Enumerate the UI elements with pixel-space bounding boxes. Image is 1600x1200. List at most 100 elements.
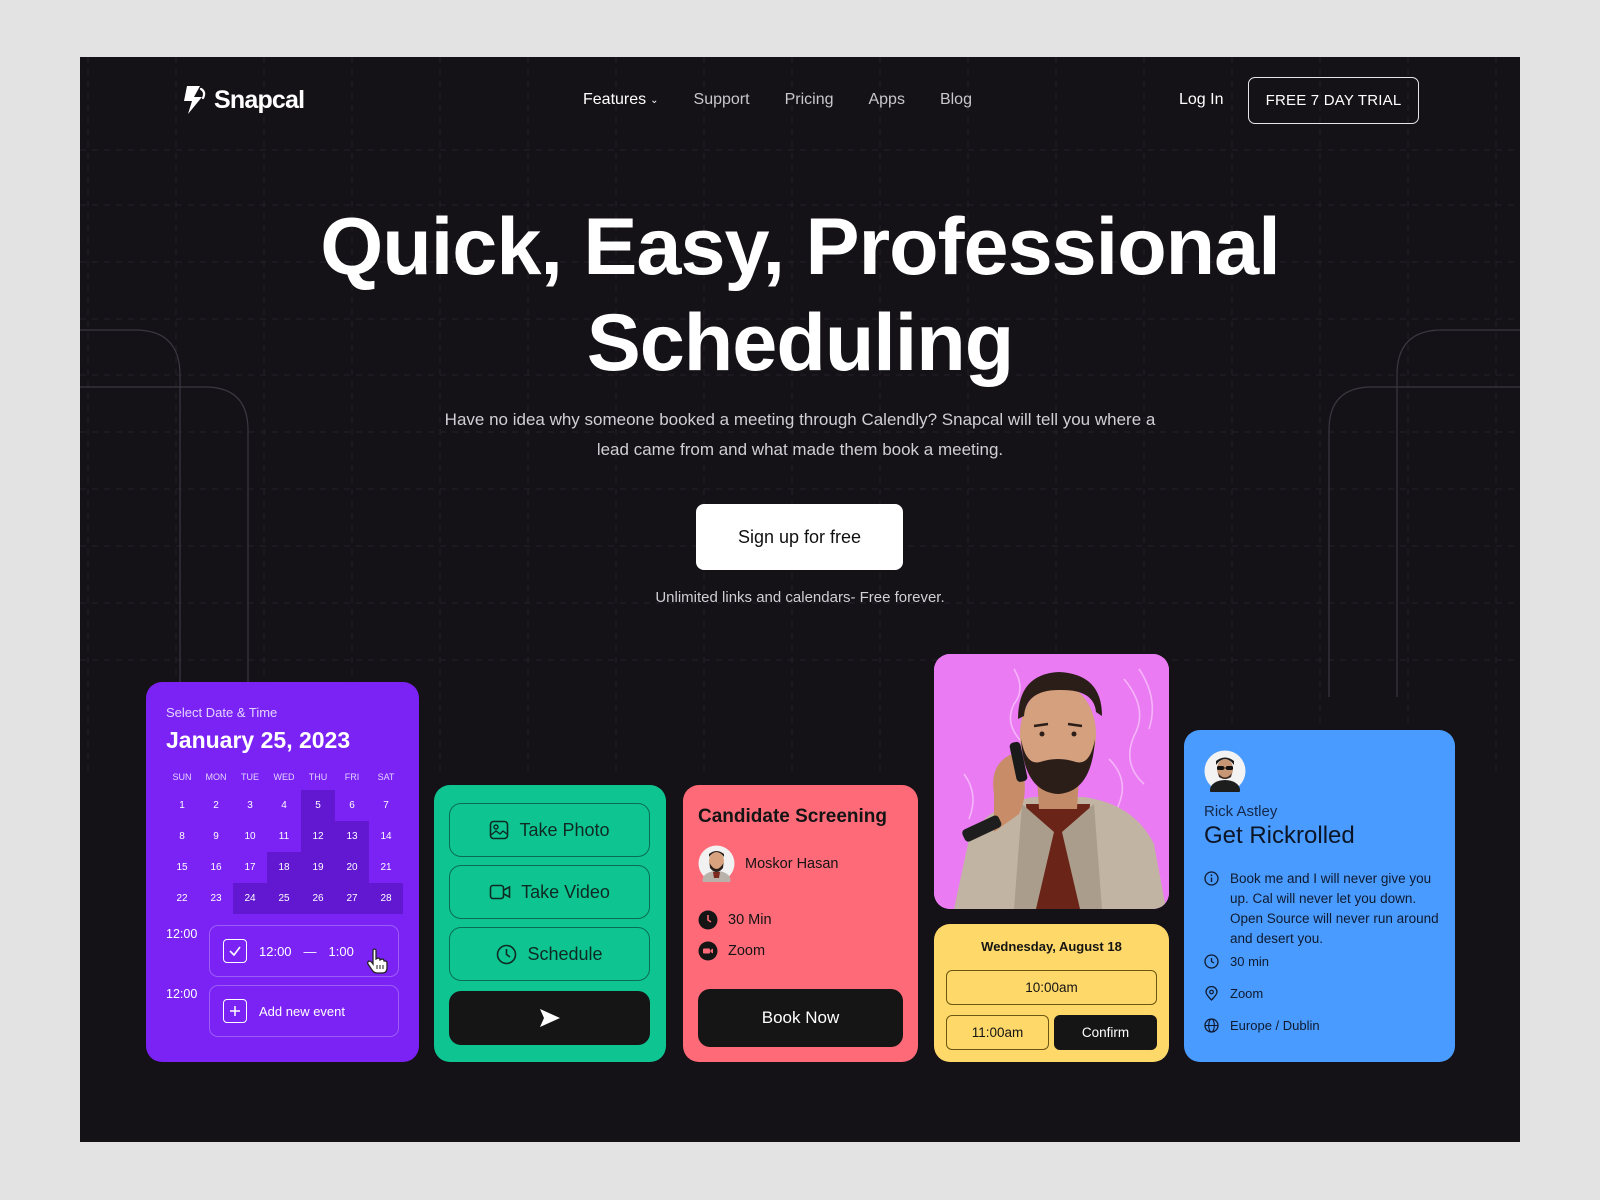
calendar-day[interactable]: 8 (165, 821, 199, 852)
event-location-label: Zoom (1230, 986, 1264, 1001)
calendar-day[interactable]: 11 (267, 821, 301, 852)
weekday-label: WED (273, 772, 295, 782)
calendar-day[interactable]: 2 (199, 790, 233, 821)
calendar-day[interactable]: 19 (301, 852, 335, 883)
snapcal-logo-icon (184, 86, 206, 114)
confirm-button[interactable]: Confirm (1054, 1015, 1157, 1050)
schedule-label: Schedule (527, 943, 603, 964)
hero-subtitle-line-2: lead came from and what made them book a… (596, 440, 1004, 459)
signup-button[interactable]: Sign up for free (696, 504, 903, 570)
take-video-button[interactable]: Take Video (449, 865, 650, 919)
calendar-day[interactable]: 26 (301, 883, 335, 914)
globe-icon (1204, 1018, 1219, 1033)
nav-item-pricing[interactable]: Pricing (785, 91, 834, 109)
event-duration: 30 min (1204, 954, 1269, 969)
event-description: Book me and I will never give you up. Ca… (1230, 871, 1439, 946)
hero-title-line-2: Scheduling (586, 298, 1015, 388)
avatar (1204, 750, 1246, 792)
add-event-label: Add new event (259, 1003, 346, 1019)
schedule-button[interactable]: Schedule (449, 927, 650, 981)
check-icon[interactable] (223, 939, 247, 963)
time-label: 12:00 (166, 987, 198, 1001)
calendar-day[interactable]: 12 (301, 821, 335, 852)
screening-duration: 30 Min (698, 910, 772, 930)
plus-icon[interactable] (223, 999, 247, 1023)
quick-actions-card: Take Photo Take Video Schedule (434, 785, 666, 1062)
calendar-day[interactable]: 23 (199, 883, 233, 914)
time-slot-selected[interactable]: 12:00 — 1:00 (209, 925, 399, 977)
booking-slots-card: Wednesday, August 18 10:00am 11:00am Con… (934, 924, 1169, 1062)
landing-page: Snapcal Features ⌄ Support Pricing Apps … (80, 57, 1520, 1142)
slot-start-time: 12:00 (259, 943, 292, 959)
nav-item-apps[interactable]: Apps (868, 91, 904, 109)
nav-item-label: Features (583, 91, 647, 108)
take-photo-button[interactable]: Take Photo (449, 803, 650, 857)
hero-subtitle-line-1: Have no idea why someone booked a meetin… (444, 410, 1156, 429)
login-link[interactable]: Log In (1179, 91, 1223, 109)
take-photo-label: Take Photo (519, 819, 610, 840)
calendar-day[interactable]: 21 (369, 852, 403, 883)
image-icon (490, 820, 509, 840)
duration-label: 30 Min (728, 912, 772, 928)
brand-name: Snapcal (214, 85, 305, 114)
clock-icon (1204, 954, 1219, 969)
profile-photo-card (934, 654, 1169, 909)
calendar-day[interactable]: 27 (335, 883, 369, 914)
event-description-row: Book me and I will never give you up. Ca… (1204, 869, 1445, 949)
avatar (698, 845, 735, 882)
brand-logo[interactable]: Snapcal (182, 85, 305, 115)
event-duration-label: 30 min (1230, 954, 1270, 969)
calendar-day[interactable]: 16 (199, 852, 233, 883)
event-host-name: Rick Astley (1204, 803, 1278, 820)
calendar-day[interactable]: 10 (233, 821, 267, 852)
calendar-day[interactable]: 1 (165, 790, 199, 821)
calendar-date: January 25, 2023 (166, 727, 351, 753)
calendar-day[interactable]: 13 (335, 821, 369, 852)
calendar-day[interactable]: 7 (369, 790, 403, 821)
nav-item-support[interactable]: Support (694, 91, 750, 109)
nav-item-blog[interactable]: Blog (940, 91, 972, 109)
screening-title: Candidate Screening (698, 806, 887, 827)
weekday-label: THU (308, 772, 328, 782)
send-button[interactable] (449, 991, 650, 1045)
time-slot-button[interactable]: 11:00am (946, 1015, 1049, 1050)
hero-title-line-1: Quick, Easy, Professional (320, 202, 1280, 292)
book-now-button[interactable]: Book Now (698, 989, 903, 1047)
send-icon (539, 1009, 560, 1027)
weekday-label: SUN (172, 772, 192, 782)
chevron-down-icon: ⌄ (650, 94, 659, 106)
event-timezone: Europe / Dublin (1204, 1018, 1320, 1033)
video-camera-icon (489, 884, 511, 900)
slot-separator: — (303, 943, 317, 959)
hero-title: Quick, Easy, Professional Scheduling (80, 199, 1520, 391)
calendar-day[interactable]: 18 (267, 852, 301, 883)
hand-cursor-icon (367, 948, 388, 974)
free-trial-button[interactable]: FREE 7 DAY TRIAL (1248, 77, 1419, 124)
calendar-day[interactable]: 15 (165, 852, 199, 883)
time-slot-button[interactable]: 10:00am (946, 970, 1157, 1005)
calendar-day[interactable]: 14 (369, 821, 403, 852)
platform-label: Zoom (728, 943, 766, 959)
calendar-day[interactable]: 5 (301, 790, 335, 821)
screening-person: Moskor Hasan (698, 845, 838, 882)
calendar-day[interactable]: 3 (233, 790, 267, 821)
calendar-day[interactable]: 25 (267, 883, 301, 914)
calendar-day[interactable]: 4 (267, 790, 301, 821)
calendar-day[interactable]: 17 (233, 852, 267, 883)
calendar-day[interactable]: 28 (369, 883, 403, 914)
calendar-day[interactable]: 9 (199, 821, 233, 852)
calendar-subtitle: Select Date & Time (166, 705, 278, 720)
calendar-day[interactable]: 22 (165, 883, 199, 914)
calendar-day[interactable]: 20 (335, 852, 369, 883)
calendar-day[interactable]: 6 (335, 790, 369, 821)
calendar-day[interactable]: 24 (233, 883, 267, 914)
weekday-label: MON (205, 772, 227, 782)
free-forever-note: Unlimited links and calendars- Free fore… (655, 589, 945, 606)
hero-subtitle: Have no idea why someone booked a meetin… (400, 405, 1200, 465)
calendar-card: Select Date & Time January 25, 2023 SUN … (146, 682, 419, 1062)
add-event-slot[interactable]: Add new event (209, 985, 399, 1037)
clock-icon (497, 944, 517, 964)
event-title: Get Rickrolled (1204, 822, 1355, 849)
calendar-grid: SUN MON TUE WED THU FRI SAT 1 2 3 4 5 6 7 8 9 10 1… (165, 772, 403, 914)
nav-item-features[interactable]: Features ⌄ (583, 91, 659, 109)
